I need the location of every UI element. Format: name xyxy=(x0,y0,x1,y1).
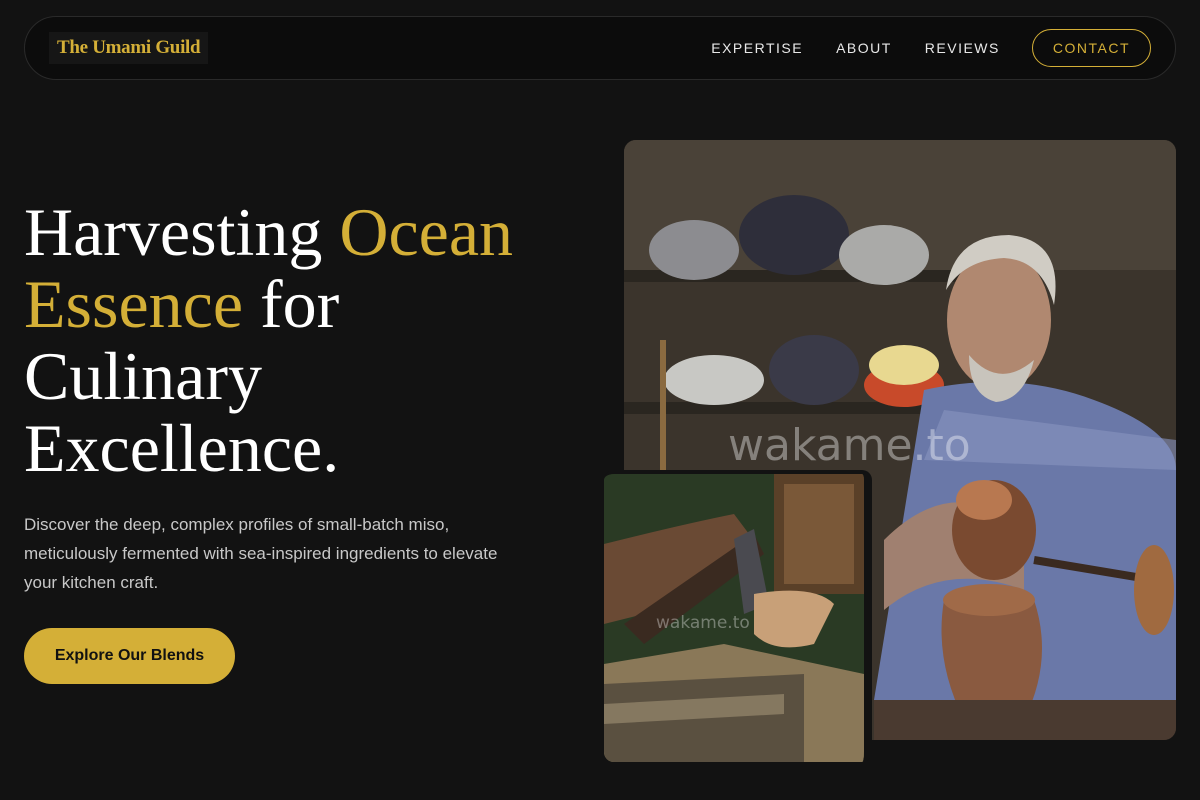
hero-title-part1: Harvesting xyxy=(24,194,340,270)
hero-title-part4: Excellence. xyxy=(24,410,340,486)
nav-link-expertise[interactable]: EXPERTISE xyxy=(711,40,803,56)
nav-links: EXPERTISE ABOUT REVIEWS CONTACT xyxy=(678,29,1151,67)
navbar: The Umami Guild EXPERTISE ABOUT REVIEWS … xyxy=(24,16,1176,80)
hero-title-gold2: Essence xyxy=(24,266,244,342)
nav-link-about[interactable]: ABOUT xyxy=(836,40,892,56)
explore-blends-button[interactable]: Explore Our Blends xyxy=(24,628,235,684)
hero-title-part3: Culinary xyxy=(24,338,262,414)
hero-description: Discover the deep, complex profiles of s… xyxy=(24,515,498,592)
main-watermark: wakame.to xyxy=(728,420,971,471)
hero-title-gold1: Ocean xyxy=(339,194,514,270)
small-watermark: wakame.to xyxy=(656,613,750,633)
site-logo[interactable]: The Umami Guild xyxy=(49,32,209,64)
hero-title: Harvesting Ocean Essence for Culinary Ex… xyxy=(24,196,604,484)
woodcarving-photo: wakame.to xyxy=(604,470,872,762)
contact-button[interactable]: CONTACT xyxy=(1031,29,1151,67)
nav-link-reviews[interactable]: REVIEWS xyxy=(925,40,1000,56)
hero-title-part2: for xyxy=(243,266,340,342)
